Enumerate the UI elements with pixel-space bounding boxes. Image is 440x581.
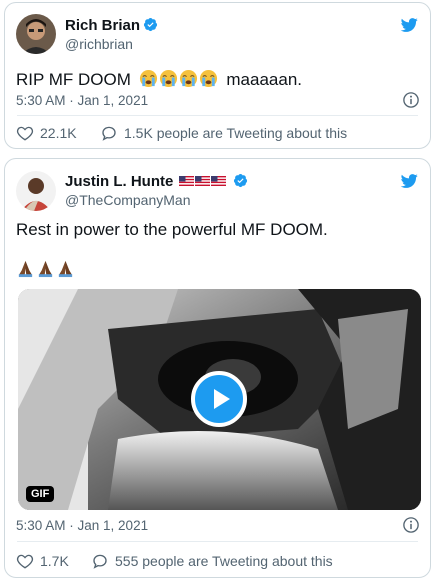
folded-hands-icon bbox=[18, 260, 33, 278]
loudly-crying-face-icon bbox=[159, 69, 177, 88]
display-name-text[interactable]: Rich Brian bbox=[65, 17, 140, 34]
like-button[interactable]: 22.1K bbox=[16, 124, 77, 142]
heart-icon bbox=[16, 126, 34, 141]
timestamp[interactable]: 5:30 AM · Jan 1, 2021 bbox=[16, 518, 148, 533]
conversation-button[interactable]: 1.5K people are Tweeting about this bbox=[100, 124, 347, 142]
reply-bubble-icon bbox=[93, 554, 107, 569]
avatar[interactable] bbox=[16, 171, 56, 211]
play-button[interactable] bbox=[191, 371, 247, 427]
tweeting-about-text: 555 people are Tweeting about this bbox=[115, 553, 333, 569]
gif-media[interactable]: GIF bbox=[18, 289, 421, 510]
tweet-text-prefix: RIP MF DOOM bbox=[16, 70, 131, 89]
handle[interactable]: @richbrian bbox=[65, 36, 133, 52]
tweet-card[interactable]: Rich Brian @richbrian RIP MF DOOM maaaaa… bbox=[4, 2, 431, 149]
divider bbox=[17, 115, 418, 116]
tweet-text-suffix: maaaaan. bbox=[226, 70, 303, 89]
like-count: 22.1K bbox=[40, 125, 77, 141]
avatar[interactable] bbox=[16, 14, 56, 54]
divider bbox=[17, 541, 418, 542]
folded-hands-icon bbox=[38, 260, 53, 278]
handle[interactable]: @TheCompanyMan bbox=[65, 192, 191, 208]
loudly-crying-face-icon bbox=[199, 69, 217, 88]
like-button[interactable]: 1.7K bbox=[16, 552, 69, 570]
twitter-bird-icon[interactable] bbox=[398, 16, 420, 34]
verified-badge-icon bbox=[143, 17, 158, 32]
tweet-text: RIP MF DOOM maaaaan. bbox=[16, 69, 302, 90]
crying-face-emoji-group bbox=[139, 69, 224, 89]
display-name-text[interactable]: Justin L. Hunte bbox=[65, 173, 173, 190]
twitter-bird-icon[interactable] bbox=[398, 172, 420, 190]
gif-badge: GIF bbox=[26, 486, 55, 502]
folded-hands-emoji-group bbox=[16, 259, 76, 280]
display-name[interactable]: Rich Brian bbox=[65, 17, 158, 34]
us-flag-icon bbox=[194, 176, 210, 186]
play-icon bbox=[214, 389, 230, 409]
verified-badge-icon bbox=[233, 173, 247, 188]
like-count: 1.7K bbox=[40, 553, 69, 569]
heart-icon bbox=[16, 554, 34, 569]
reply-bubble-icon bbox=[102, 126, 116, 141]
flag-emoji-group bbox=[178, 173, 230, 190]
us-flag-icon bbox=[178, 176, 194, 186]
us-flag-icon bbox=[210, 176, 226, 186]
tweeting-about-text: 1.5K people are Tweeting about this bbox=[124, 125, 348, 141]
folded-hands-icon bbox=[58, 260, 73, 278]
tweet-text: Rest in power to the powerful MF DOOM. bbox=[16, 220, 328, 239]
info-icon[interactable] bbox=[402, 516, 420, 534]
loudly-crying-face-icon bbox=[179, 69, 197, 88]
info-icon[interactable] bbox=[402, 91, 420, 109]
conversation-button[interactable]: 555 people are Tweeting about this bbox=[91, 552, 333, 570]
loudly-crying-face-icon bbox=[139, 69, 157, 88]
timestamp[interactable]: 5:30 AM · Jan 1, 2021 bbox=[16, 93, 148, 108]
display-name[interactable]: Justin L. Hunte bbox=[65, 173, 248, 190]
tweet-card[interactable]: Justin L. Hunte @TheCompanyMan Rest in p… bbox=[4, 158, 431, 578]
